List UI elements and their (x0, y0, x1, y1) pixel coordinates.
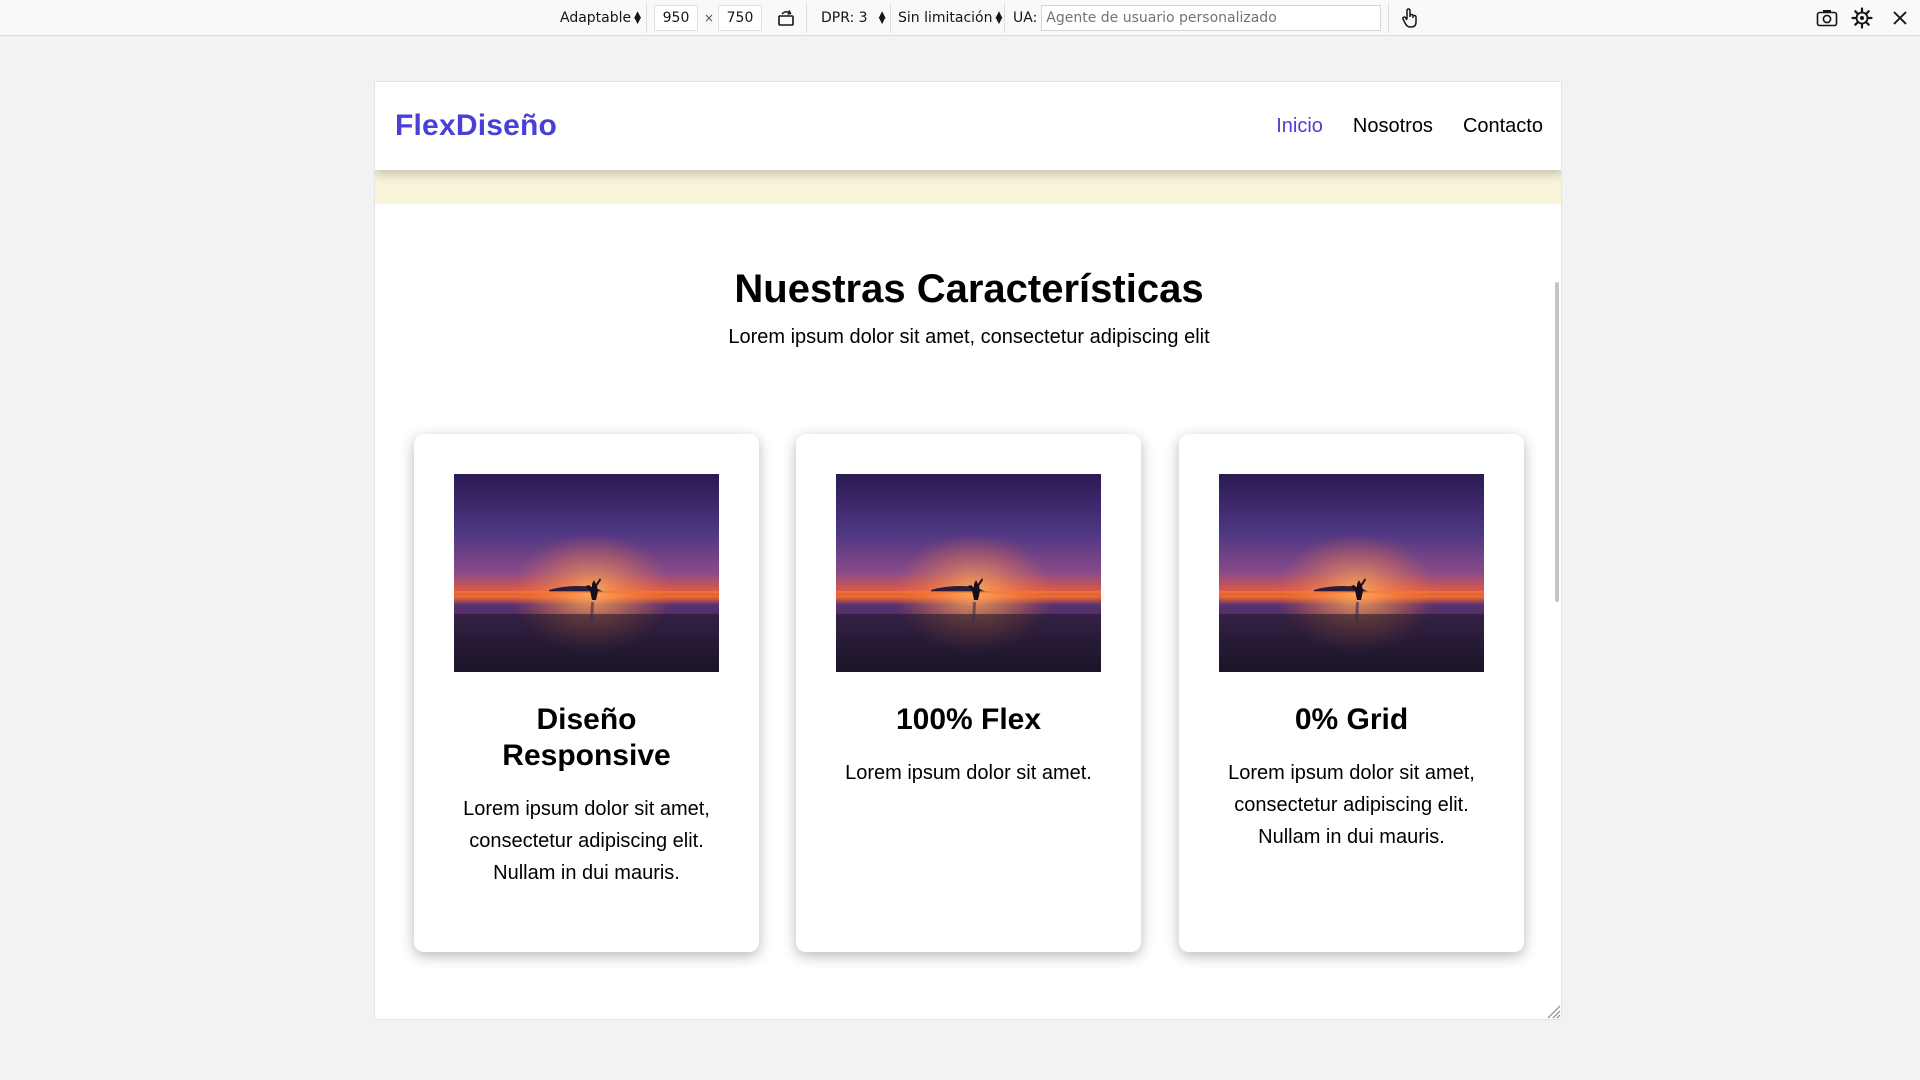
section-subheading: Lorem ipsum dolor sit amet, consectetur … (728, 326, 1210, 348)
card-title: Diseño Responsive (502, 703, 671, 772)
feature-card: 100% Flex Lorem ipsum dolor sit amet. (796, 434, 1141, 952)
dpr-label: DPR: 3 (821, 10, 868, 26)
height-input[interactable]: 750 (718, 5, 762, 31)
feature-card: 0% Grid Lorem ipsum dolor sit amet, cons… (1179, 434, 1524, 952)
throttle-selector[interactable]: Sin limitación ▲ ▼ (898, 0, 1002, 36)
resize-grip-icon[interactable] (1545, 1003, 1561, 1019)
main-nav: Inicio Nosotros Contacto (1276, 115, 1543, 138)
nav-link-contacto[interactable]: Contacto (1463, 115, 1543, 138)
chevron-updown-icon: ▲ ▼ (878, 10, 886, 26)
feature-card: Diseño Responsive Lorem ipsum dolor sit … (414, 434, 759, 952)
section-heading: Nuestras Características (734, 267, 1204, 311)
card-text: Lorem ipsum dolor sit amet, consectetur … (463, 798, 710, 884)
dimension-separator: × (704, 11, 715, 25)
responsive-toolbar: Adaptable ▲ ▼ 950 × 750 DPR: 3 ▲ ▼ Sin limit… (0, 0, 1920, 36)
ua-label: UA: (1013, 10, 1038, 26)
device-viewport: FlexDiseño Inicio Nosotros Contacto Nues… (374, 81, 1562, 1020)
device-selector[interactable]: Adaptable ▲ ▼ (560, 0, 641, 36)
touch-icon[interactable] (1396, 4, 1424, 32)
chevron-updown-icon: ▲ ▼ (995, 10, 1003, 26)
device-label: Adaptable (560, 10, 632, 26)
user-agent-input[interactable] (1041, 5, 1382, 31)
toolbar-divider (1004, 3, 1005, 33)
nav-link-inicio[interactable]: Inicio (1276, 115, 1323, 138)
card-title: 0% Grid (1294, 703, 1409, 736)
hero-banner-strip (375, 170, 1561, 204)
throttle-label: Sin limitación (898, 10, 993, 26)
sunset-image (836, 474, 1101, 672)
toolbar-divider (646, 3, 647, 33)
chevron-updown-icon: ▲ ▼ (634, 10, 642, 26)
viewport-scrollbar[interactable] (1555, 282, 1559, 602)
settings-icon[interactable] (1848, 4, 1876, 32)
sunset-image (454, 474, 719, 672)
site-logo[interactable]: FlexDiseño (395, 109, 557, 143)
site-header: FlexDiseño Inicio Nosotros Contacto (375, 82, 1561, 170)
screenshot-icon[interactable] (1813, 4, 1841, 32)
card-title: 100% Flex (895, 703, 1042, 736)
nav-link-nosotros[interactable]: Nosotros (1353, 115, 1433, 138)
close-icon[interactable] (1886, 4, 1914, 32)
toolbar-divider (890, 3, 891, 33)
dpr-selector[interactable]: DPR: 3 ▲ ▼ (821, 0, 886, 36)
toolbar-divider (806, 3, 807, 33)
card-text: Lorem ipsum dolor sit amet. (845, 762, 1092, 784)
sunset-image (1219, 474, 1484, 672)
rotate-icon[interactable] (772, 4, 800, 32)
card-text: Lorem ipsum dolor sit amet, consectetur … (1228, 762, 1475, 848)
width-input[interactable]: 950 (654, 5, 698, 31)
toolbar-divider (1388, 3, 1389, 33)
